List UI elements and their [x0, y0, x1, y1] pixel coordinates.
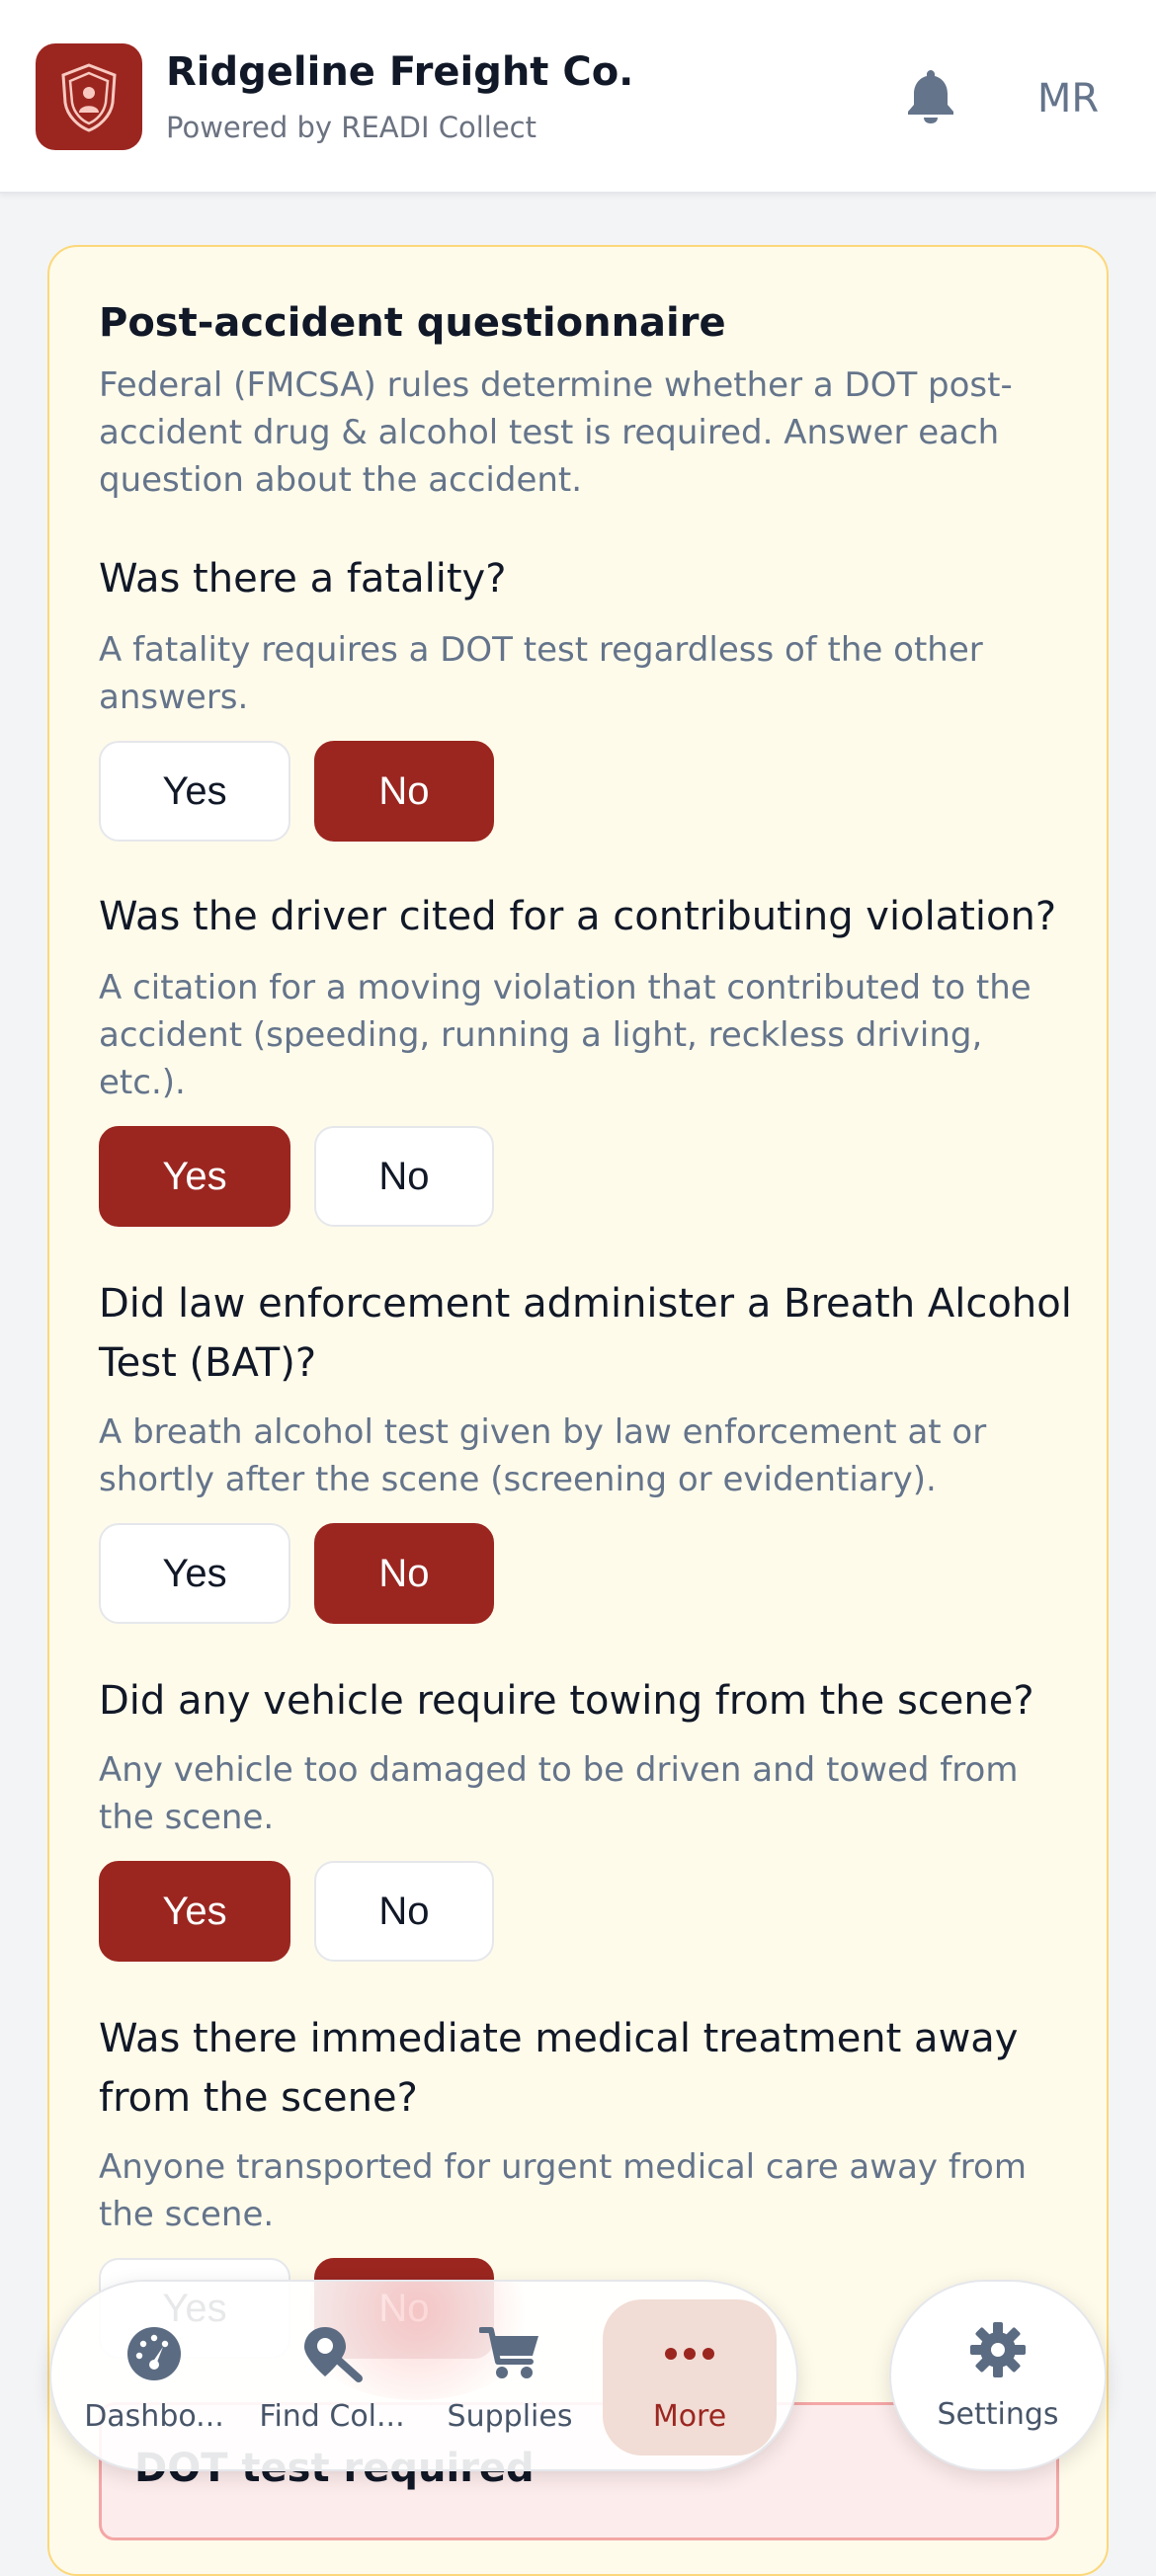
location-search-icon: [301, 2322, 363, 2385]
question-title: Was there immediate medical treatment aw…: [99, 2016, 1019, 2121]
no-button[interactable]: No: [314, 1126, 494, 1227]
shield-person-icon: [36, 43, 142, 150]
tab-dashboard[interactable]: Dashbo...: [67, 2299, 241, 2455]
no-button[interactable]: No: [314, 1523, 494, 1624]
gear-icon: [968, 2320, 1028, 2383]
question-help: Anyone transported for urgent medical ca…: [99, 2147, 1027, 2234]
app-header: Ridgeline Freight Co. Powered by READI C…: [0, 0, 1156, 194]
tab-label: Dashbo...: [84, 2398, 224, 2434]
tab-more[interactable]: More: [603, 2299, 777, 2455]
tab-find-collector[interactable]: Find Col...: [245, 2299, 419, 2455]
question-title: Did law enforcement administer a Breath …: [99, 1281, 1072, 1386]
questionnaire-description: Federal (FMCSA) rules determine whether …: [99, 365, 1013, 500]
no-button[interactable]: No: [314, 1861, 494, 1962]
settings-button[interactable]: Settings: [889, 2280, 1107, 2471]
yes-button[interactable]: Yes: [99, 1126, 290, 1227]
question-title: Did any vehicle require towing from the …: [99, 1678, 1034, 1724]
bottom-tab-bar: Dashbo... Find Col... Supplies More: [49, 2280, 798, 2471]
company-name: Ridgeline Freight Co.: [166, 49, 634, 95]
yes-button[interactable]: Yes: [99, 741, 290, 842]
question-help: A citation for a moving violation that c…: [99, 968, 1032, 1102]
tab-label: Find Col...: [259, 2398, 405, 2434]
tab-supplies[interactable]: Supplies: [423, 2299, 597, 2455]
tab-label: More: [652, 2398, 727, 2434]
question-help: A breath alcohol test given by law enfor…: [99, 1412, 987, 1499]
yes-button[interactable]: Yes: [99, 1861, 290, 1962]
more-dots-icon: [664, 2322, 715, 2385]
question-title: Was there a fatality?: [99, 556, 507, 602]
question-title: Was the driver cited for a contributing …: [99, 894, 1057, 939]
question-help: Any vehicle too damaged to be driven and…: [99, 1750, 1019, 1837]
avatar[interactable]: MR: [1024, 69, 1113, 128]
settings-label: Settings: [937, 2396, 1059, 2432]
tab-label: Supplies: [447, 2398, 573, 2434]
questionnaire-title: Post-accident questionnaire: [99, 300, 726, 346]
cart-icon: [479, 2322, 540, 2385]
powered-by-text: Powered by READI Collect: [166, 111, 537, 144]
bell-icon[interactable]: [901, 63, 960, 128]
question-help: A fatality requires a DOT test regardles…: [99, 630, 983, 717]
no-button[interactable]: No: [314, 741, 494, 842]
dashboard-gauge-icon: [125, 2322, 183, 2385]
yes-button[interactable]: Yes: [99, 1523, 290, 1624]
